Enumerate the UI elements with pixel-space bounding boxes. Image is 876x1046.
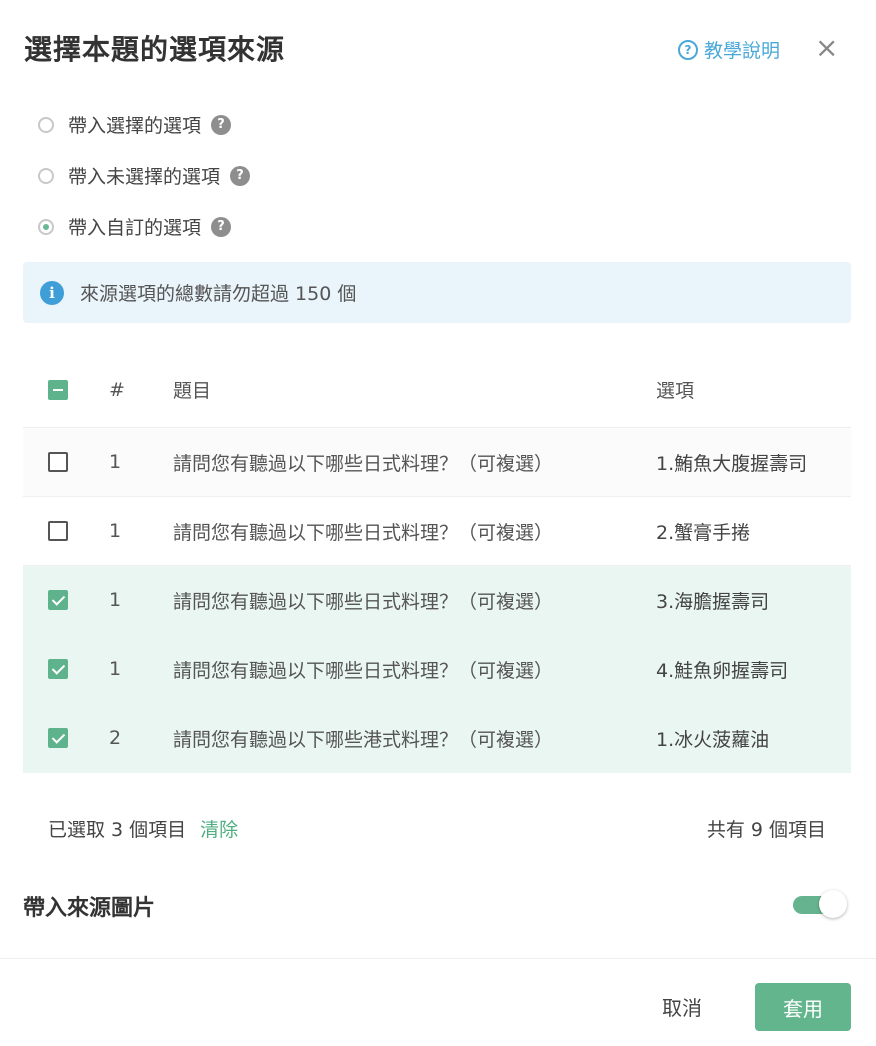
info-icon: i bbox=[40, 280, 64, 305]
row-question: 請問您有聽過以下哪些日式料理？（可複選） bbox=[173, 590, 554, 613]
footer-divider bbox=[0, 958, 876, 959]
clear-selection-link[interactable]: 清除 bbox=[200, 815, 238, 842]
limit-notice: i 來源選項的總數請勿超過 150 個 bbox=[23, 262, 851, 323]
row-checkbox[interactable] bbox=[48, 521, 68, 541]
row-option: 2.蟹膏手捲 bbox=[656, 521, 751, 544]
row-question: 請問您有聽過以下哪些日式料理？（可複選） bbox=[173, 521, 554, 544]
radio-selected-options[interactable]: 帶入選擇的選項 ? bbox=[38, 111, 232, 138]
tutorial-link[interactable]: ? 教學說明 bbox=[678, 36, 780, 63]
apply-button[interactable]: 套用 bbox=[755, 983, 851, 1031]
row-question: 請問您有聽過以下哪些港式料理？（可複選） bbox=[173, 728, 554, 751]
dialog-title: 選擇本題的選項來源 bbox=[24, 33, 286, 66]
row-number: 1 bbox=[109, 658, 122, 680]
radio-label: 帶入未選擇的選項 bbox=[68, 166, 221, 188]
row-question: 請問您有聽過以下哪些日式料理？（可複選） bbox=[173, 659, 554, 682]
table-row[interactable]: 2 請問您有聽過以下哪些港式料理？（可複選） 1.冰火菠蘿油 bbox=[23, 704, 851, 773]
table-row[interactable]: 1 請問您有聽過以下哪些日式料理？（可複選） 1.鮪魚大腹握壽司 bbox=[23, 428, 851, 497]
row-checkbox[interactable] bbox=[48, 659, 68, 679]
radio-button-selected[interactable] bbox=[38, 218, 54, 235]
table-row[interactable]: 1 請問您有聽過以下哪些日式料理？（可複選） 2.蟹膏手捲 bbox=[23, 497, 851, 566]
column-header-option: 選項 bbox=[656, 380, 695, 402]
row-option: 4.鮭魚卵握壽司 bbox=[656, 659, 789, 682]
radio-button[interactable] bbox=[38, 167, 54, 184]
notice-text: 來源選項的總數請勿超過 150 個 bbox=[80, 283, 357, 305]
radio-unselected-options[interactable]: 帶入未選擇的選項 ? bbox=[38, 162, 251, 189]
help-circle-icon: ? bbox=[678, 39, 698, 60]
table-row[interactable]: 1 請問您有聽過以下哪些日式料理？（可複選） 4.鮭魚卵握壽司 bbox=[23, 635, 851, 704]
row-checkbox[interactable] bbox=[48, 590, 68, 610]
row-number: 1 bbox=[109, 589, 122, 611]
question-icon[interactable]: ? bbox=[211, 114, 232, 135]
table-row[interactable]: 1 請問您有聽過以下哪些日式料理？（可複選） 3.海膽握壽司 bbox=[23, 566, 851, 635]
radio-label: 帶入選擇的選項 bbox=[68, 115, 202, 137]
radio-custom-options[interactable]: 帶入自訂的選項 ? bbox=[38, 213, 232, 240]
row-option: 3.海膽握壽司 bbox=[656, 590, 770, 613]
row-number: 1 bbox=[109, 451, 122, 473]
row-number: 1 bbox=[109, 520, 122, 542]
row-option: 1.冰火菠蘿油 bbox=[656, 728, 770, 751]
source-image-label: 帶入來源圖片 bbox=[23, 896, 156, 921]
question-icon[interactable]: ? bbox=[211, 216, 232, 237]
total-count: 共有 9 個項目 bbox=[706, 819, 826, 841]
row-number: 2 bbox=[109, 727, 122, 749]
column-header-num: # bbox=[109, 378, 125, 401]
row-checkbox[interactable] bbox=[48, 452, 68, 472]
toggle-knob bbox=[819, 890, 847, 918]
radio-label: 帶入自訂的選項 bbox=[68, 217, 202, 239]
table-header: # 題目 選項 bbox=[23, 352, 851, 428]
selected-count: 已選取 3 個項目 bbox=[48, 819, 187, 841]
options-table: # 題目 選項 1 請問您有聽過以下哪些日式料理？（可複選） 1.鮪魚大腹握壽司… bbox=[23, 352, 851, 773]
question-icon[interactable]: ? bbox=[230, 165, 251, 186]
row-option: 1.鮪魚大腹握壽司 bbox=[656, 452, 808, 475]
row-question: 請問您有聽過以下哪些日式料理？（可複選） bbox=[173, 452, 554, 475]
tutorial-link-label: 教學說明 bbox=[704, 40, 781, 62]
row-checkbox[interactable] bbox=[48, 728, 68, 748]
radio-button[interactable] bbox=[38, 116, 54, 133]
cancel-button[interactable]: 取消 bbox=[652, 988, 712, 1025]
source-image-toggle[interactable] bbox=[793, 890, 849, 918]
select-all-checkbox[interactable] bbox=[48, 379, 68, 400]
column-header-question: 題目 bbox=[173, 380, 212, 402]
close-icon[interactable]: × bbox=[815, 33, 838, 63]
selection-summary: 已選取 3 個項目 清除 bbox=[48, 815, 238, 842]
